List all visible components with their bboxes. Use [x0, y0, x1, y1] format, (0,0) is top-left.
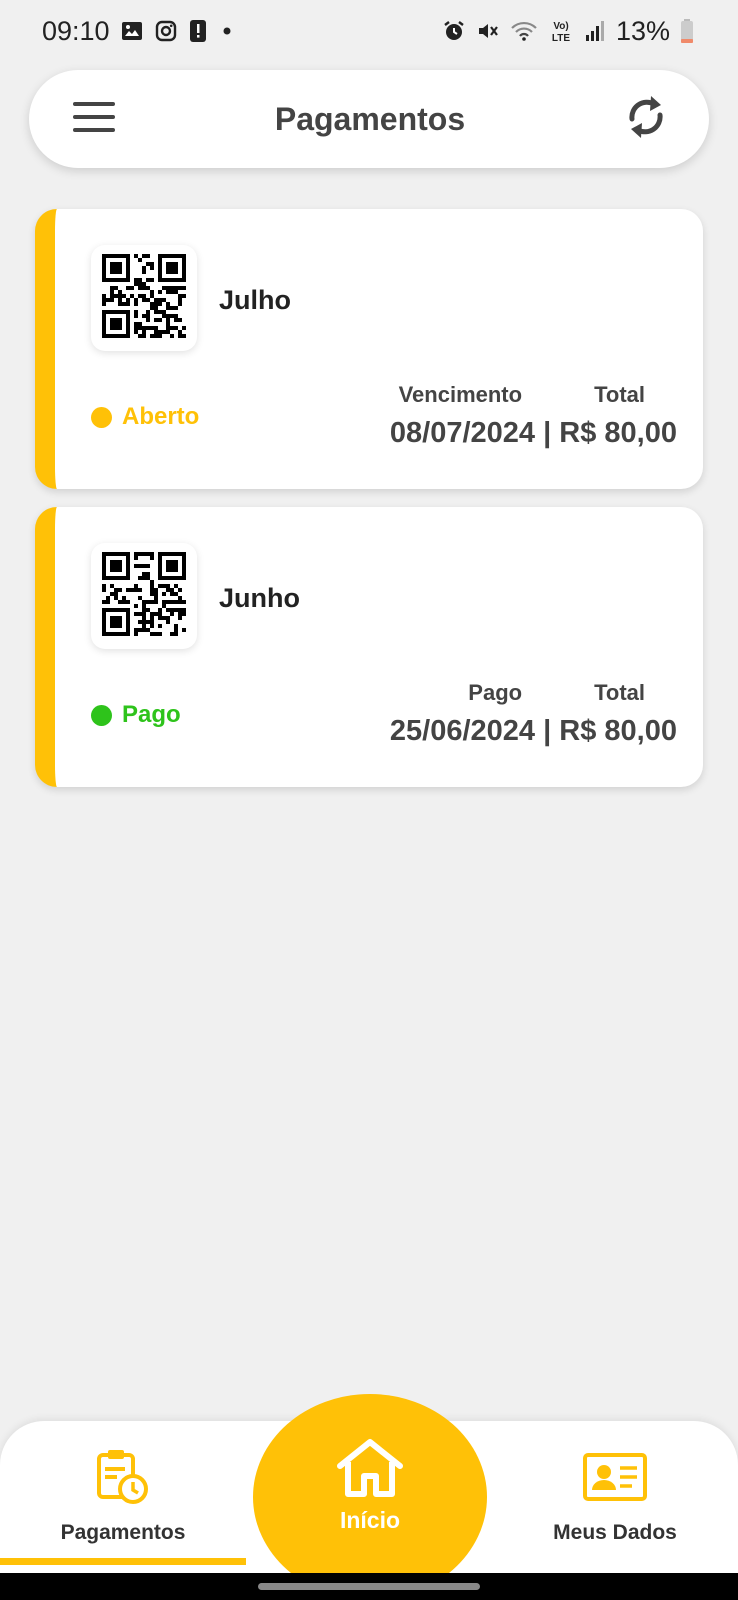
payments-list: Julho Aberto Vencimento Total 08/07/2024…	[0, 192, 738, 806]
nav-meus-dados[interactable]: Meus Dados	[492, 1421, 738, 1573]
wifi-icon	[510, 19, 538, 43]
dot-icon	[218, 22, 236, 40]
due-date-label: Vencimento	[398, 382, 523, 407]
nav-label-inicio: Início	[339, 1507, 401, 1533]
status-dot	[91, 406, 112, 428]
qr-code-button[interactable]	[91, 245, 197, 351]
signal-icon	[584, 19, 606, 43]
nav-pagamentos[interactable]: Pagamentos	[0, 1421, 246, 1573]
alarm-icon	[442, 19, 466, 43]
status-time: 09:10	[42, 15, 110, 46]
paid-date-value: 25/06/2024	[389, 715, 536, 747]
menu-button[interactable]	[71, 96, 117, 142]
qr-code-icon	[102, 551, 186, 641]
payment-card-julho[interactable]: Julho Aberto Vencimento Total 08/07/2024…	[35, 209, 703, 489]
home-icon	[334, 1438, 406, 1503]
nav-label-pagamentos: Pagamentos	[60, 1521, 186, 1544]
nav-inicio[interactable]: Início	[253, 1394, 487, 1600]
qr-code-button[interactable]	[91, 543, 197, 649]
meta-separator: |	[543, 417, 552, 449]
gesture-handle[interactable]	[258, 1583, 480, 1590]
payment-card-junho[interactable]: Junho Pago Pago Total 25/06/2024 | R$ 80…	[35, 507, 703, 787]
image-icon	[120, 19, 144, 43]
svg-text:Vo): Vo)	[553, 21, 568, 32]
payment-meta-labels: Vencimento Total	[399, 382, 645, 408]
status-dot	[91, 704, 112, 726]
app-screen: 09:10 Vo) LTE 13% Pagamentos Julho Abert…	[0, 0, 738, 1600]
id-card-icon	[582, 1447, 648, 1507]
battery-icon	[680, 18, 694, 44]
payment-meta-values: 25/06/2024 | R$ 80,00	[390, 715, 677, 748]
volte-icon: Vo) LTE	[548, 18, 574, 44]
total-value: R$ 80,00	[559, 715, 677, 747]
payment-meta-values: 08/07/2024 | R$ 80,00	[390, 417, 677, 450]
paid-date-label: Pago	[468, 680, 523, 705]
hamburger-menu-icon	[73, 101, 115, 137]
meta-separator: |	[543, 715, 552, 747]
refresh-icon	[624, 92, 668, 147]
gesture-bar	[0, 1573, 738, 1600]
status-label: Aberto	[122, 403, 200, 430]
total-label: Total	[594, 680, 645, 705]
mute-icon	[476, 19, 500, 43]
refresh-button[interactable]	[623, 95, 669, 142]
alert-icon	[188, 18, 208, 44]
instagram-icon	[154, 19, 178, 43]
nav-label-meus-dados: Meus Dados	[553, 1521, 677, 1544]
total-value: R$ 80,00	[559, 417, 677, 449]
active-tab-indicator	[0, 1558, 246, 1565]
status-badge: Pago	[91, 701, 181, 729]
total-label: Total	[594, 382, 645, 407]
payment-meta-labels: Pago Total	[468, 680, 645, 706]
status-label: Pago	[122, 701, 181, 728]
payment-schedule-icon	[95, 1447, 151, 1507]
due-date-value: 08/07/2024	[389, 417, 536, 449]
status-left: 09:10	[42, 16, 236, 47]
svg-text:LTE: LTE	[552, 33, 570, 44]
page-title: Pagamentos	[274, 100, 466, 137]
qr-code-icon	[102, 253, 186, 343]
app-header: Pagamentos	[29, 70, 709, 168]
status-bar: 09:10 Vo) LTE 13%	[0, 0, 738, 62]
payment-month: Julho	[219, 285, 291, 315]
status-right: Vo) LTE 13%	[442, 16, 694, 47]
battery-percent: 13%	[615, 15, 670, 46]
payment-month: Junho	[219, 583, 300, 613]
status-badge: Aberto	[91, 403, 199, 431]
